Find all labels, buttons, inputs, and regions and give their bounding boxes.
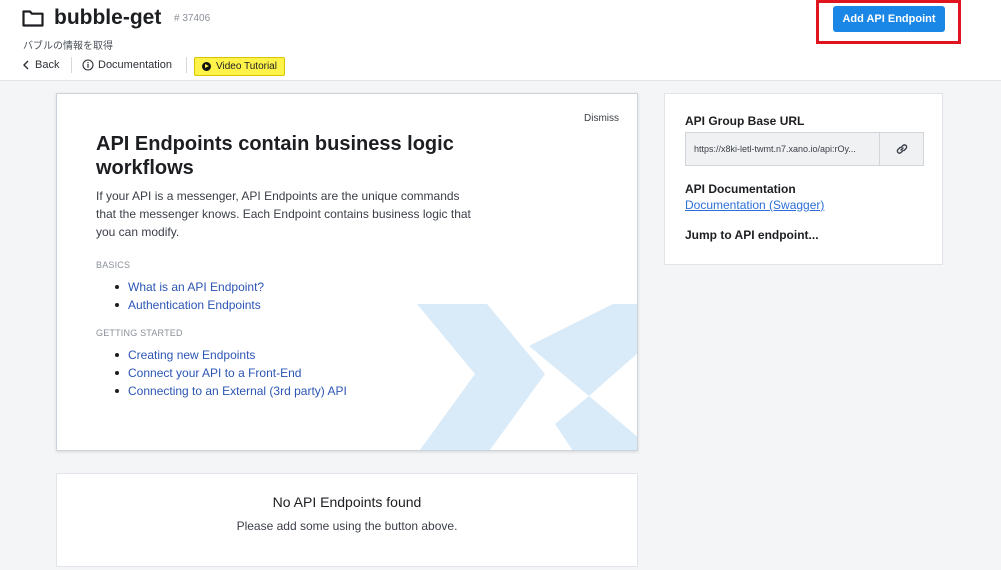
documentation-link[interactable]: Documentation	[82, 57, 172, 73]
back-label: Back	[35, 59, 60, 71]
divider	[186, 57, 187, 73]
link-icon	[896, 144, 907, 154]
page-header: bubble-get # 37406 バブルの情報を取得 Back Docume…	[0, 0, 1001, 81]
link-what-is-endpoint[interactable]: What is an API Endpoint?	[128, 280, 264, 294]
link-authentication-endpoints[interactable]: Authentication Endpoints	[128, 298, 261, 312]
xano-logo-watermark	[417, 304, 637, 450]
base-url-heading: API Group Base URL	[685, 114, 805, 128]
link-creating-endpoints[interactable]: Creating new Endpoints	[128, 348, 255, 362]
video-tutorial-button[interactable]: Video Tutorial	[194, 57, 285, 76]
divider	[71, 57, 72, 73]
jump-to-endpoint[interactable]: Jump to API endpoint...	[685, 228, 819, 242]
link-connect-external-api[interactable]: Connecting to an External (3rd party) AP…	[128, 384, 347, 398]
api-group-panel: API Group Base URL https://x8ki-letl-twm…	[664, 93, 943, 265]
page-title: bubble-get	[54, 6, 162, 29]
getting-started-link-list: Creating new Endpoints Connect your API …	[96, 346, 347, 400]
info-heading: API Endpoints contain business logic wor…	[96, 133, 454, 179]
api-docs-heading: API Documentation	[685, 182, 796, 196]
group-id: # 37406	[174, 13, 211, 24]
list-item: Authentication Endpoints	[96, 296, 264, 314]
page-subtitle: バブルの情報を取得	[23, 41, 113, 52]
video-tutorial-label: Video Tutorial	[216, 61, 277, 72]
list-item: What is an API Endpoint?	[96, 278, 264, 296]
dismiss-link[interactable]: Dismiss	[584, 113, 619, 124]
swagger-docs-link[interactable]: Documentation (Swagger)	[685, 198, 824, 212]
back-link[interactable]: Back	[22, 57, 59, 73]
basics-link-list: What is an API Endpoint? Authentication …	[96, 278, 264, 314]
documentation-label: Documentation	[98, 59, 172, 71]
list-item: Creating new Endpoints	[96, 346, 347, 364]
list-item: Connect your API to a Front-End	[96, 364, 347, 382]
empty-state-card: No API Endpoints found Please add some u…	[56, 473, 638, 567]
info-description: If your API is a messenger, API Endpoint…	[96, 189, 471, 239]
play-icon	[202, 62, 211, 71]
folder-icon	[22, 10, 44, 27]
copy-link-button[interactable]	[879, 132, 924, 166]
add-api-endpoint-button[interactable]: Add API Endpoint	[833, 6, 945, 32]
link-connect-frontend[interactable]: Connect your API to a Front-End	[128, 366, 301, 380]
base-url-field[interactable]: https://x8ki-letl-twmt.n7.xano.io/api:rO…	[685, 132, 879, 166]
chevron-left-icon	[23, 60, 29, 70]
list-item: Connecting to an External (3rd party) AP…	[96, 382, 347, 400]
section-label-basics: BASICS	[96, 260, 131, 270]
empty-state-title: No API Endpoints found	[272, 494, 422, 510]
section-label-getting-started: GETTING STARTED	[96, 328, 183, 338]
empty-state-message: Please add some using the button above.	[236, 519, 458, 533]
info-card: Dismiss API Endpoints contain business l…	[56, 93, 638, 451]
info-icon	[82, 59, 94, 71]
